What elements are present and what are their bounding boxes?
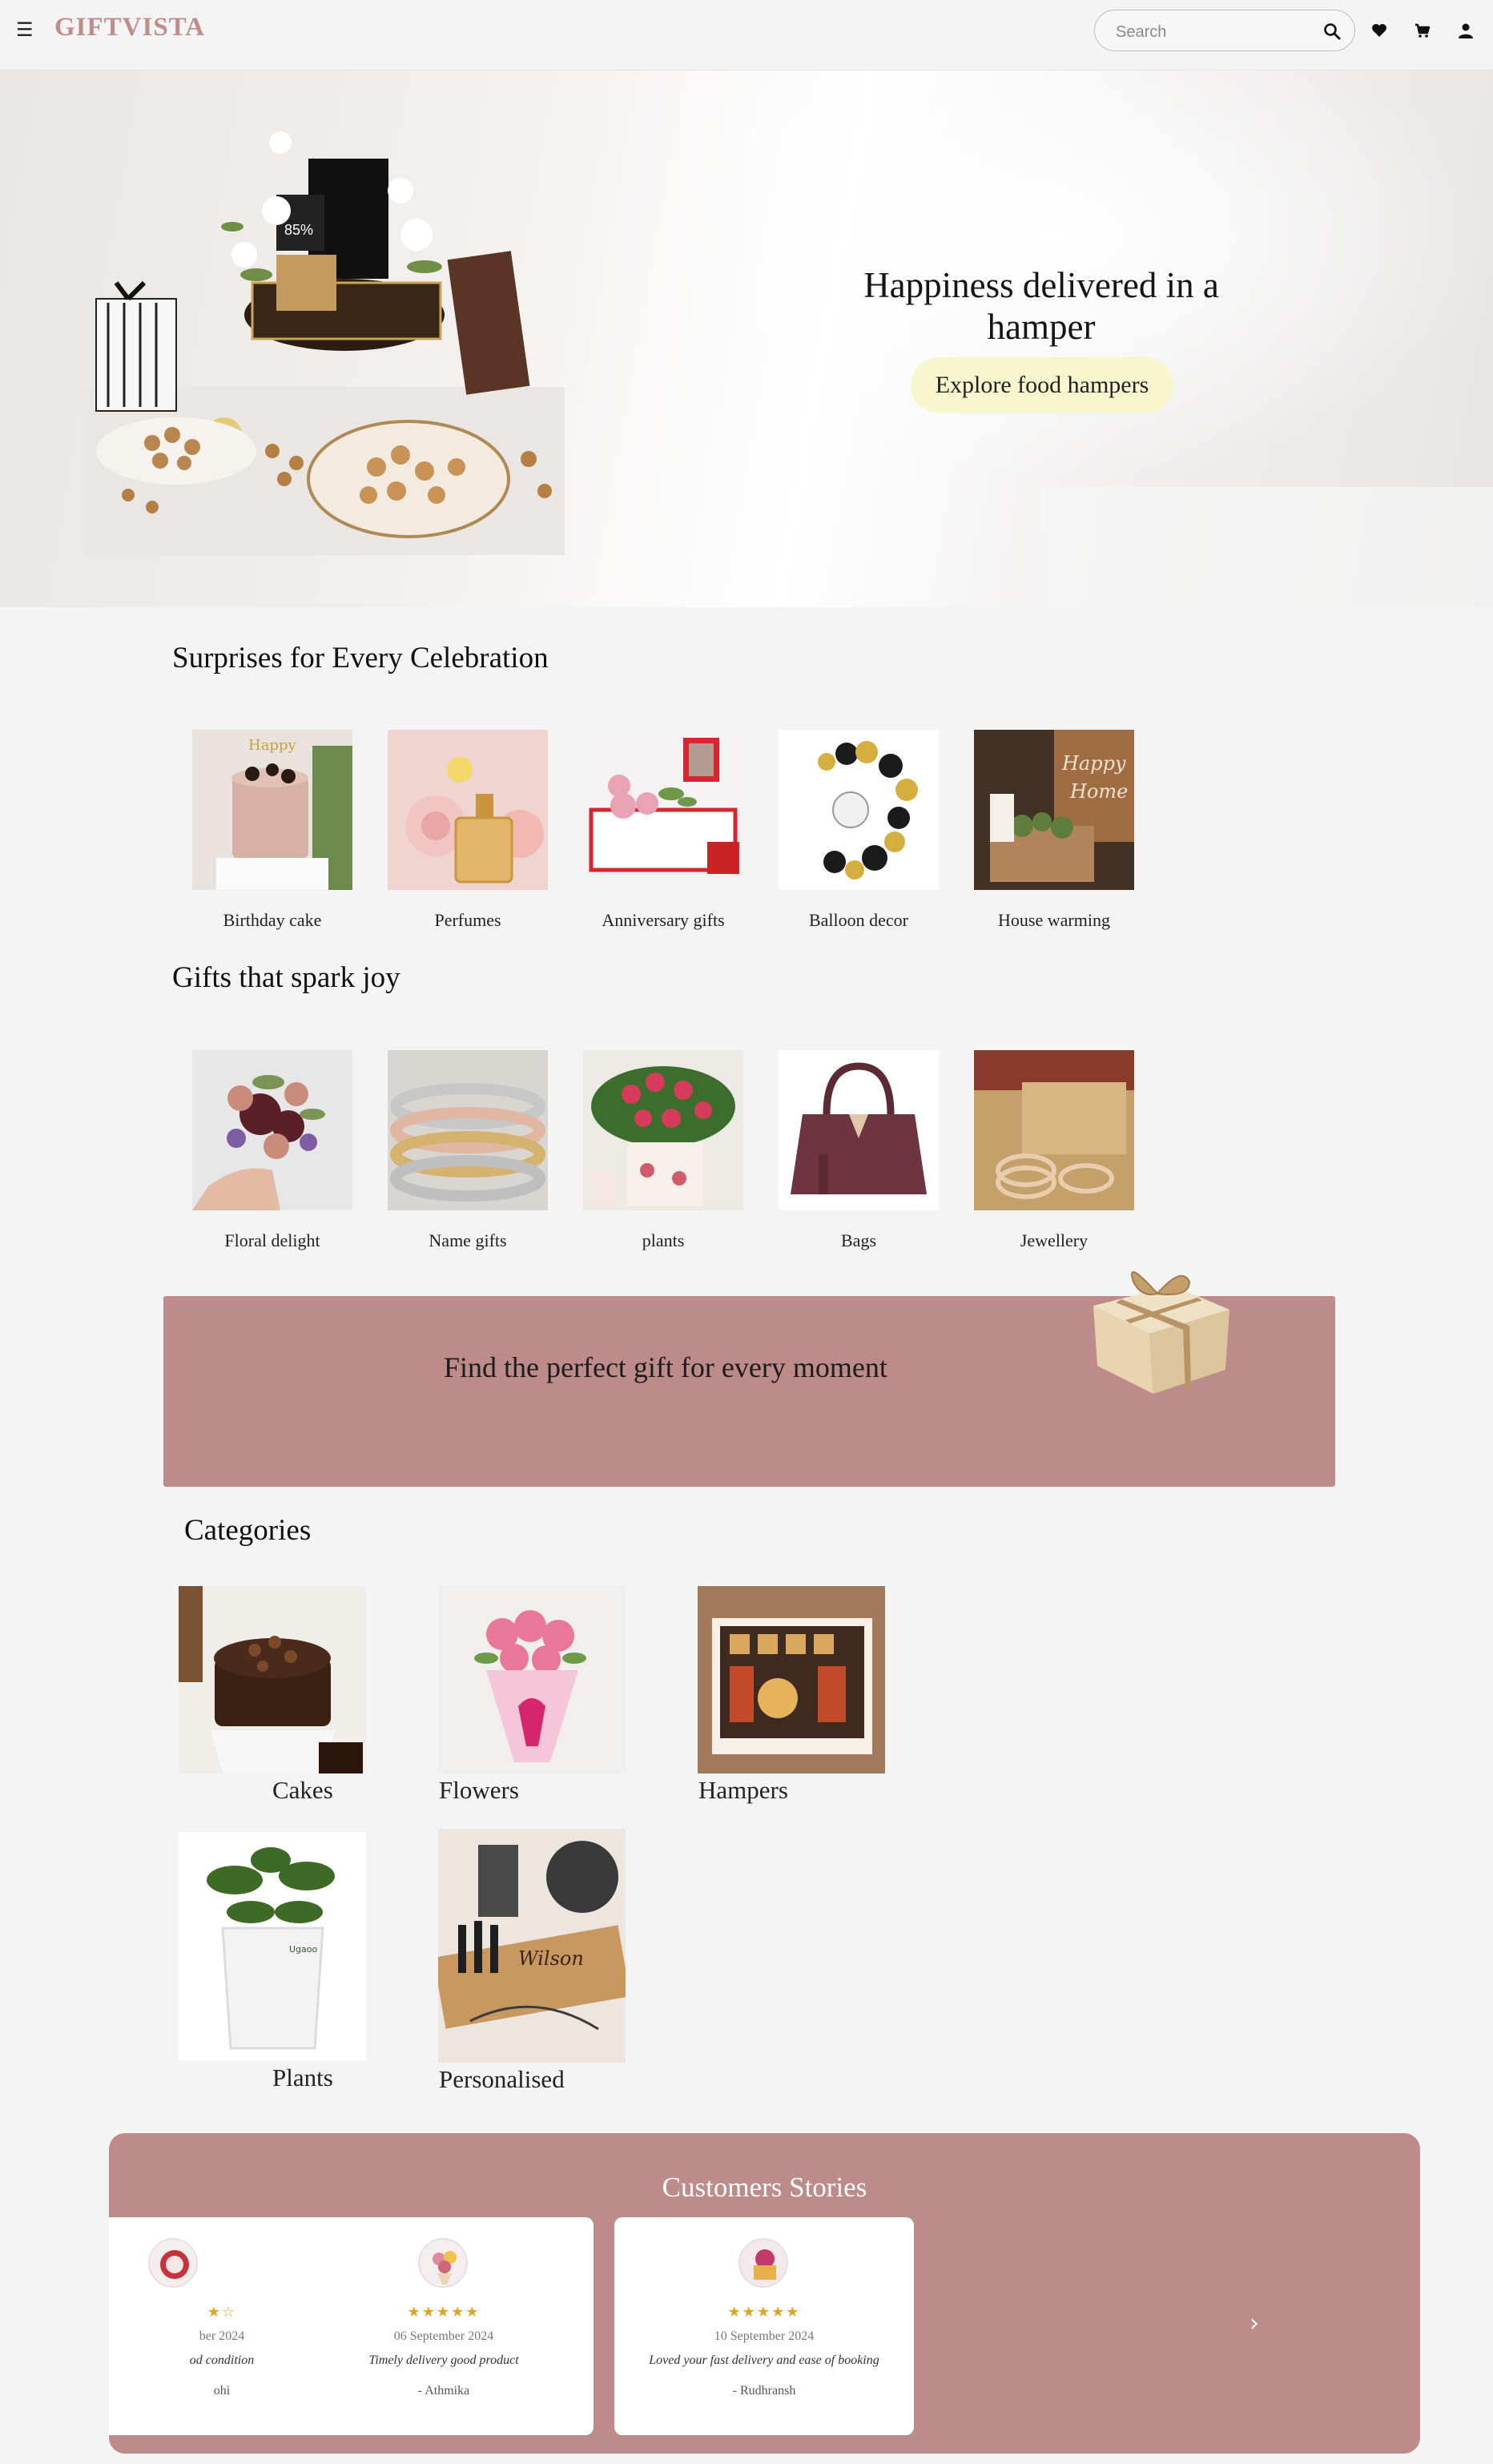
product-tile-bags[interactable] xyxy=(779,1050,939,1210)
review-message: Timely delivery good product xyxy=(368,2353,519,2367)
svg-text:Home: Home xyxy=(1069,780,1128,803)
product-tile-perfumes[interactable] xyxy=(388,730,548,890)
review-card: ★★★★★ 06 September 2024 Timely delivery … xyxy=(294,2217,594,2435)
bags-image xyxy=(779,1050,939,1210)
product-tile-floral-delight[interactable] xyxy=(192,1050,352,1210)
user-icon[interactable] xyxy=(1456,21,1475,40)
cakes-image xyxy=(179,1586,366,1774)
svg-text:Happy: Happy xyxy=(248,737,296,754)
customer-stories-section: Customers Stories ★☆ ber 2024 od conditi… xyxy=(109,2133,1420,2454)
perfumes-image xyxy=(388,730,548,890)
svg-text:Wilson: Wilson xyxy=(518,1947,584,1970)
product-tile-birthday-cake[interactable]: Happy xyxy=(192,730,352,890)
name-gifts-image xyxy=(388,1050,548,1210)
balloon-decor-image xyxy=(779,730,939,890)
promo-banner-text: Find the perfect gift for every moment xyxy=(444,1351,887,1383)
flowers-image xyxy=(438,1586,626,1774)
personalised-image: Wilson xyxy=(438,1829,626,2063)
heart-icon[interactable] xyxy=(1370,21,1389,40)
tile-label-jewellery[interactable]: Jewellery xyxy=(958,1230,1150,1251)
tile-label-birthday-cake[interactable]: Birthday cake xyxy=(176,910,368,931)
product-tile-name-gifts[interactable] xyxy=(388,1050,548,1210)
plants-gift-image xyxy=(583,1050,743,1210)
cart-icon[interactable] xyxy=(1413,21,1432,40)
product-tile-house-warming[interactable]: Happy Home xyxy=(974,730,1134,890)
review-date: ber 2024 xyxy=(199,2329,245,2343)
category-tile-cakes[interactable] xyxy=(179,1586,366,1774)
product-tile-balloon-decor[interactable] xyxy=(779,730,939,890)
reviewer-avatar xyxy=(148,2238,198,2288)
review-card: ★★★★★ 10 September 2024 Loved your fast … xyxy=(614,2217,914,2435)
carousel-next-icon[interactable]: › xyxy=(1250,2309,1259,2337)
category-tile-personalised[interactable]: Wilson xyxy=(438,1829,626,2063)
anniversary-gifts-image xyxy=(583,730,743,890)
explore-hampers-button[interactable]: Explore food hampers xyxy=(911,357,1173,413)
product-tile-anniversary-gifts[interactable] xyxy=(583,730,743,890)
category-tile-hampers[interactable] xyxy=(698,1586,885,1774)
carousel-prev-icon[interactable]: ‹ xyxy=(268,2309,277,2337)
tile-label-balloon-decor[interactable]: Balloon decor xyxy=(763,910,955,931)
review-message: od condition xyxy=(189,2353,255,2367)
section-title-categories: Categories xyxy=(184,1514,312,1547)
hero-title: Happiness delivered in a hamper xyxy=(863,265,1219,347)
stories-title: Customers Stories xyxy=(662,2172,867,2203)
review-date: 10 September 2024 xyxy=(714,2329,815,2343)
jewellery-image xyxy=(974,1050,1134,1210)
hampers-image xyxy=(698,1586,885,1774)
product-tile-jewellery[interactable] xyxy=(974,1050,1134,1210)
category-label-cakes[interactable]: Cakes xyxy=(272,1776,333,1805)
category-tile-flowers[interactable] xyxy=(438,1586,626,1774)
search-bar[interactable]: Search xyxy=(1094,10,1355,51)
category-label-plants[interactable]: Plants xyxy=(272,2063,333,2092)
review-date: 06 September 2024 xyxy=(393,2329,494,2343)
tile-label-name-gifts[interactable]: Name gifts xyxy=(372,1230,564,1251)
gift-box-image xyxy=(1093,1271,1229,1394)
tile-label-house-warming[interactable]: House warming xyxy=(958,910,1150,931)
category-tile-plants[interactable]: Ugaoo xyxy=(179,1832,366,2060)
category-label-flowers[interactable]: Flowers xyxy=(439,1776,519,1805)
tile-label-floral-delight[interactable]: Floral delight xyxy=(176,1230,368,1251)
reviewer-name: - Athmika xyxy=(417,2384,470,2398)
floral-delight-image xyxy=(192,1050,352,1210)
hero-hamper-image: 85% xyxy=(84,131,565,555)
review-stars: ★★★★★ xyxy=(727,2304,801,2321)
review-stars: ★☆ xyxy=(207,2304,237,2321)
search-icon[interactable] xyxy=(1322,22,1342,41)
hero-banner: 85% Happiness delivered in a hamper Expl… xyxy=(0,70,1493,607)
tile-label-perfumes[interactable]: Perfumes xyxy=(372,910,564,931)
reviewer-avatar xyxy=(738,2238,788,2288)
product-tile-plants[interactable] xyxy=(583,1050,743,1210)
section-title-celebrations: Surprises for Every Celebration xyxy=(172,642,549,674)
hero-backdrop-lower xyxy=(1041,487,1493,607)
plants-image: Ugaoo xyxy=(179,1832,366,2060)
svg-text:Ugaoo: Ugaoo xyxy=(289,1944,318,1955)
birthday-cake-image: Happy xyxy=(192,730,352,890)
review-message: Loved your fast delivery and ease of boo… xyxy=(649,2353,879,2367)
site-header: ☰ GIFTVISTA Search xyxy=(0,0,1493,70)
section-title-joy: Gifts that spark joy xyxy=(172,961,400,994)
svg-text:85%: 85% xyxy=(284,222,313,238)
house-warming-image: Happy Home xyxy=(974,730,1134,890)
category-label-personalised[interactable]: Personalised xyxy=(439,2065,565,2094)
tile-label-plants[interactable]: plants xyxy=(567,1230,759,1251)
reviewer-avatar xyxy=(418,2238,468,2288)
reviewer-name: ohi xyxy=(213,2384,231,2398)
svg-text:Happy: Happy xyxy=(1061,752,1126,775)
category-label-hampers[interactable]: Hampers xyxy=(698,1776,788,1805)
review-stars: ★★★★★ xyxy=(407,2304,481,2321)
site-logo[interactable]: GIFTVISTA xyxy=(54,13,205,42)
search-input[interactable]: Search xyxy=(1116,23,1166,42)
review-card: ★☆ ber 2024 od condition ohi xyxy=(109,2217,324,2435)
reviewer-name: - Rudhransh xyxy=(732,2384,796,2398)
tile-label-anniversary-gifts[interactable]: Anniversary gifts xyxy=(567,910,759,931)
tile-label-bags[interactable]: Bags xyxy=(763,1230,955,1251)
menu-icon[interactable]: ☰ xyxy=(16,19,37,40)
